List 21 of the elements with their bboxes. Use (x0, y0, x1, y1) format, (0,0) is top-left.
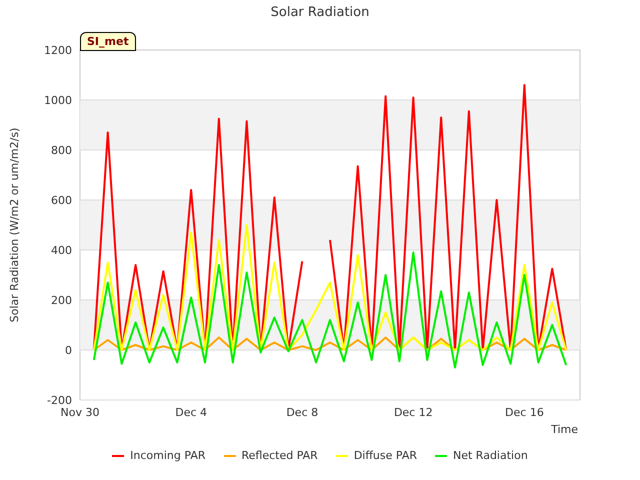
y-axis-label: Solar Radiation (W/m2 or um/m2/s) (8, 128, 21, 322)
legend-label: Reflected PAR (242, 449, 318, 462)
chart-title: Solar Radiation (270, 5, 370, 20)
x-tick-label: Dec 12 (394, 406, 433, 419)
y-tick-label: 1200 (44, 44, 72, 57)
legend-label: Incoming PAR (130, 449, 206, 462)
y-tick-label: 1000 (44, 94, 72, 107)
y-tick-label: 800 (51, 144, 72, 157)
y-tick-label: 200 (51, 294, 72, 307)
station-badge: SI_met (80, 32, 136, 51)
y-tick-label: 400 (51, 244, 72, 257)
legend-label: Diffuse PAR (354, 449, 417, 462)
y-tick-label: -200 (47, 394, 72, 407)
y-tick-label: 0 (65, 344, 72, 357)
y-tick-label: 600 (51, 194, 72, 207)
x-axis-label: Time (551, 423, 578, 436)
x-tick-label: Dec 8 (286, 406, 318, 419)
x-tick-label: Dec 4 (175, 406, 207, 419)
x-tick-label: Nov 30 (60, 406, 100, 419)
x-tick-label: Dec 16 (505, 406, 544, 419)
legend-label: Net Radiation (453, 449, 528, 462)
